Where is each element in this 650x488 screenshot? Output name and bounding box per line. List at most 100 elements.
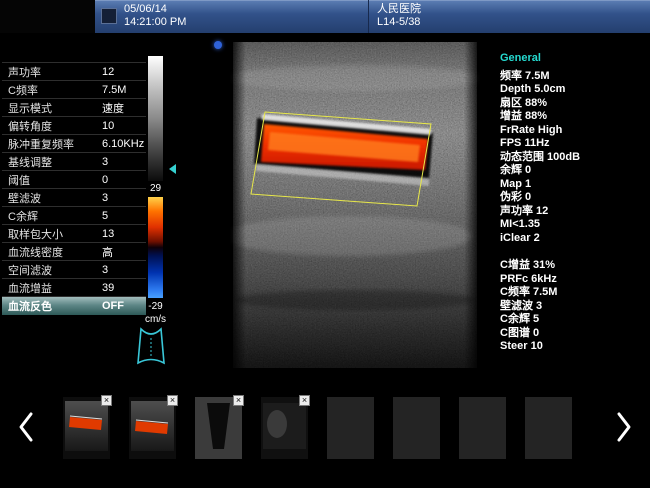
readout-line: MI<1.35 — [500, 218, 648, 232]
body-marker-icon[interactable] — [134, 326, 168, 368]
close-thumbnail-icon[interactable]: × — [101, 395, 112, 406]
readout-gap — [500, 245, 648, 259]
prev-page-button[interactable] — [16, 410, 38, 444]
velocity-min-label: -29 — [141, 301, 170, 312]
grayscale-bar — [148, 56, 163, 181]
param-row[interactable]: 显示模式 速度 — [2, 99, 146, 117]
param-value: 3 — [102, 264, 108, 276]
thumbnail-2[interactable]: × — [129, 397, 176, 459]
thumbnail-slot-empty — [393, 397, 440, 459]
param-row-selected[interactable]: 血流反色 OFF — [2, 297, 146, 315]
param-row[interactable]: 取样包大小 13 — [2, 225, 146, 243]
param-label: 取样包大小 — [2, 226, 102, 242]
param-row[interactable]: C频率 7.5M — [2, 81, 146, 99]
param-value: OFF — [102, 300, 124, 312]
param-value: 高 — [102, 244, 113, 260]
param-row[interactable]: 血流增益 39 — [2, 279, 146, 297]
param-label: 血流增益 — [2, 280, 102, 296]
header-menu-icon[interactable] — [101, 8, 117, 24]
param-label: 血流线密度 — [2, 244, 102, 260]
readout-line: C余辉 5 — [500, 313, 648, 327]
ultrasound-image[interactable] — [230, 40, 480, 372]
readout-section-title: General — [500, 52, 648, 66]
readout-line: 声功率 12 — [500, 205, 648, 219]
readout-line: FrRate High — [500, 124, 648, 138]
readout-line: PRFc 6kHz — [500, 273, 648, 287]
readout-line: 动态范围 100dB — [500, 151, 648, 165]
readout-line: 频率 7.5M — [500, 70, 648, 84]
param-row[interactable]: 空间滤波 3 — [2, 261, 146, 279]
doppler-colorbar — [148, 197, 163, 298]
param-label: 脉冲重复频率 — [2, 136, 102, 152]
thumbnail-image — [195, 397, 242, 459]
next-page-button[interactable] — [612, 410, 634, 444]
close-thumbnail-icon[interactable]: × — [299, 395, 310, 406]
param-value: 6.10KHz — [102, 138, 144, 150]
param-row[interactable]: 偏转角度 10 — [2, 117, 146, 135]
param-row[interactable]: C余辉 5 — [2, 207, 146, 225]
readout-line: 扇区 88% — [500, 97, 648, 111]
hospital-block: 人民医院 L14-5/38 — [377, 3, 421, 29]
readout-line: FPS 11Hz — [500, 137, 648, 151]
param-row[interactable]: 阈值 0 — [2, 171, 146, 189]
param-label: 显示模式 — [2, 100, 102, 116]
status-indicator-dot — [214, 41, 222, 49]
param-value: 3 — [102, 192, 108, 204]
header-divider — [368, 0, 369, 33]
param-label: 偏转角度 — [2, 118, 102, 134]
thumbnail-1[interactable]: × — [63, 397, 110, 459]
baseline-marker-icon — [169, 164, 176, 174]
param-label: 声功率 — [2, 64, 102, 80]
param-value: 速度 — [102, 100, 124, 116]
param-row[interactable]: 壁滤波 3 — [2, 189, 146, 207]
param-row[interactable]: 声功率 12 — [2, 63, 146, 81]
param-label: 空间滤波 — [2, 262, 102, 278]
readout-line: C频率 7.5M — [500, 286, 648, 300]
time-text: 14:21:00 PM — [124, 16, 186, 29]
thumbnail-3[interactable]: × — [195, 397, 242, 459]
readout-panel: General 频率 7.5M Depth 5.0cm 扇区 88% 增益 88… — [500, 52, 648, 354]
ultrasound-canvas — [230, 40, 480, 372]
readout-line: iClear 2 — [500, 232, 648, 246]
chevron-left-icon — [16, 410, 38, 444]
param-row[interactable]: 脉冲重复频率 6.10KHz — [2, 135, 146, 153]
datetime-block: 05/06/14 14:21:00 PM — [124, 3, 186, 29]
param-label: 壁滤波 — [2, 190, 102, 206]
chevron-right-icon — [612, 410, 634, 444]
parameter-list: 声功率 12 C频率 7.5M 显示模式 速度 偏转角度 10 脉冲重复频率 6… — [2, 62, 146, 315]
velocity-max-label: 29 — [141, 183, 170, 194]
param-value: 3 — [102, 156, 108, 168]
param-value: 5 — [102, 210, 108, 222]
hospital-name: 人民医院 — [377, 3, 421, 16]
param-value: 7.5M — [102, 84, 126, 96]
thumbnail-image — [129, 397, 176, 459]
readout-line: 余辉 0 — [500, 164, 648, 178]
param-value: 10 — [102, 120, 114, 132]
readout-line: 壁滤波 3 — [500, 300, 648, 314]
thumbnail-4[interactable]: × — [261, 397, 308, 459]
param-value: 0 — [102, 174, 108, 186]
param-row[interactable]: 血流线密度 高 — [2, 243, 146, 261]
probe-info: L14-5/38 — [377, 16, 421, 29]
param-label: 基线调整 — [2, 154, 102, 170]
readout-line: C图谱 0 — [500, 327, 648, 341]
thumbnail-slot-empty — [327, 397, 374, 459]
thumbnail-slot-empty — [459, 397, 506, 459]
param-value: 12 — [102, 66, 114, 78]
thumbnail-slot-empty — [525, 397, 572, 459]
param-row[interactable]: 基线调整 3 — [2, 153, 146, 171]
readout-line: C增益 31% — [500, 259, 648, 273]
close-thumbnail-icon[interactable]: × — [167, 395, 178, 406]
param-label: 阈值 — [2, 172, 102, 188]
velocity-unit-label: cm/s — [141, 314, 170, 325]
readout-line: Depth 5.0cm — [500, 83, 648, 97]
param-label: 血流反色 — [2, 298, 102, 314]
thumbnail-image — [63, 397, 110, 459]
readout-line: Steer 10 — [500, 340, 648, 354]
close-thumbnail-icon[interactable]: × — [233, 395, 244, 406]
header-bar: 05/06/14 14:21:00 PM 人民医院 L14-5/38 — [0, 0, 650, 33]
date-text: 05/06/14 — [124, 3, 186, 16]
readout-line: Map 1 — [500, 178, 648, 192]
param-value: 39 — [102, 282, 114, 294]
ultrasound-system-screen: 05/06/14 14:21:00 PM 人民医院 L14-5/38 声功率 1… — [0, 0, 650, 488]
